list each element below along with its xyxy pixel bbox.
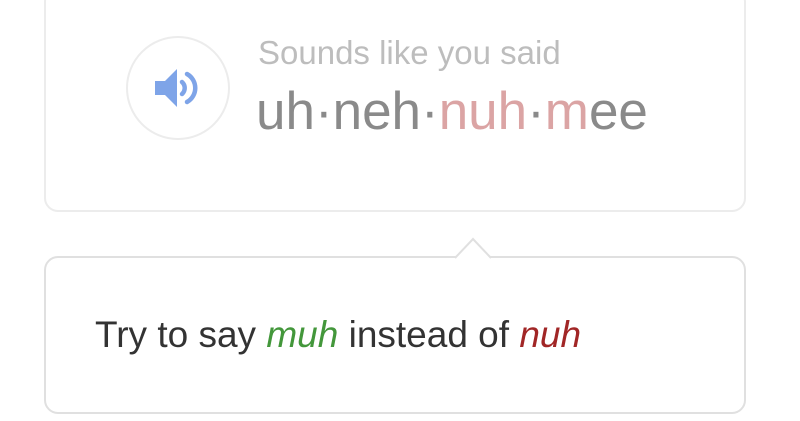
play-audio-button[interactable] — [126, 36, 230, 140]
correct-syllable: muh — [266, 314, 339, 355]
wrong-syllable: nuh — [519, 314, 582, 355]
speaker-icon — [153, 66, 203, 110]
syllable-separator: · — [314, 82, 333, 141]
feedback-message: Try to say muh instead of nuh — [95, 314, 581, 356]
feedback-middle: instead of — [338, 314, 520, 355]
syllable-separator: · — [421, 82, 439, 141]
syllable: neh — [332, 82, 422, 141]
mispronounced-syllable: m — [544, 82, 589, 141]
feedback-prefix: Try to say — [95, 314, 267, 355]
syllable: ee — [588, 82, 648, 141]
sounds-like-label: Sounds like you said — [258, 34, 561, 71]
feedback-pointer-arrow — [455, 237, 491, 259]
syllable: uh — [256, 82, 315, 141]
phonetic-transcription: uh·neh·nuh·mee — [256, 82, 648, 142]
syllable-separator: · — [527, 82, 545, 141]
mispronounced-syllable: nuh — [438, 82, 528, 141]
